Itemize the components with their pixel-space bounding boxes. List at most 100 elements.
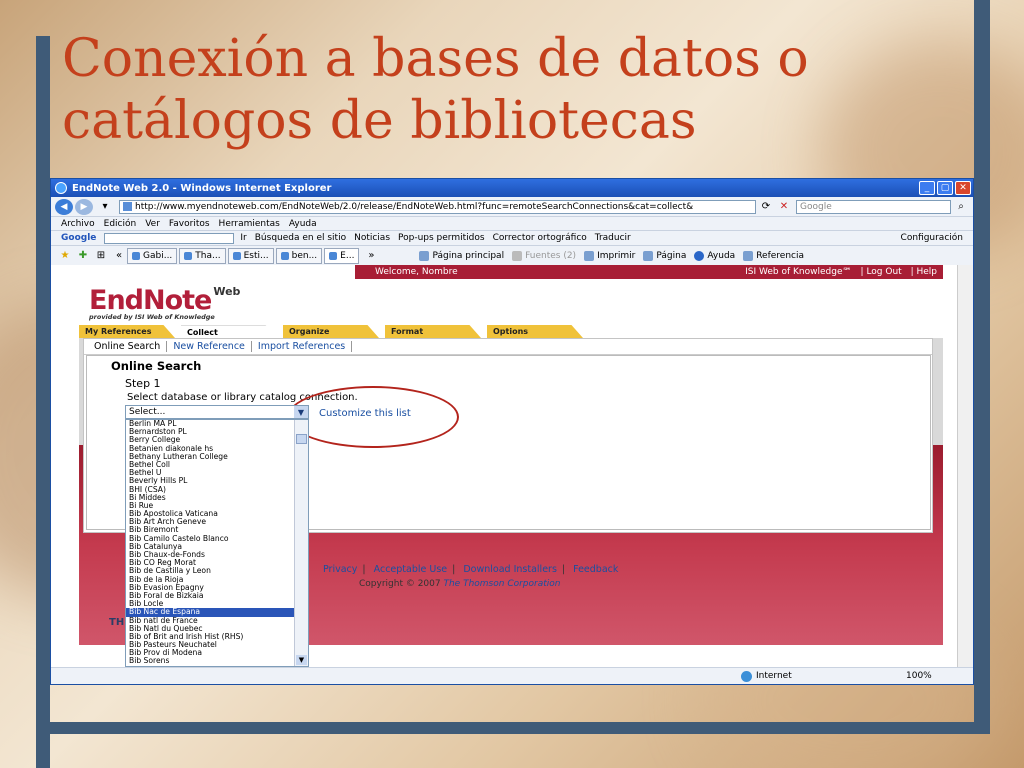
dropdown-option[interactable]: Bernardston PL bbox=[126, 428, 294, 436]
dropdown-option[interactable]: Beverly Hills PL bbox=[126, 477, 294, 485]
tab-format[interactable]: Format bbox=[385, 325, 481, 338]
page-scrollbar[interactable] bbox=[957, 265, 973, 667]
help-link[interactable]: | Help bbox=[911, 267, 937, 277]
footer-links: Privacy | Acceptable Use | Download Instal… bbox=[323, 564, 619, 575]
page-icon bbox=[123, 202, 132, 211]
zoom-level[interactable]: 100% bbox=[906, 671, 932, 681]
subtab-online-search[interactable]: Online Search bbox=[88, 341, 168, 352]
tab-organize[interactable]: Organize bbox=[283, 325, 379, 338]
dropdown-option[interactable]: Bib Evasion Epagny bbox=[126, 584, 294, 592]
dropdown-option[interactable]: Bib Nac de Espana bbox=[126, 608, 294, 617]
dropdown-option[interactable]: Betanien diakonale hs bbox=[126, 445, 294, 453]
download-installers-link[interactable]: Download Installers bbox=[463, 564, 557, 575]
dropdown-option[interactable]: Bib Pasteurs Neuchatel bbox=[126, 641, 294, 649]
dropdown-option[interactable]: Berlin MA PL bbox=[126, 420, 294, 428]
dropdown-scrollbar[interactable]: ▼ bbox=[294, 420, 308, 666]
browser-window: EndNote Web 2.0 - Windows Internet Explo… bbox=[50, 178, 974, 685]
scroll-down-icon[interactable]: ▼ bbox=[296, 655, 307, 665]
add-favorite-icon[interactable]: ✚ bbox=[75, 249, 91, 263]
favorites-star-icon[interactable]: ★ bbox=[57, 249, 73, 263]
dropdown-option[interactable]: Bib of Brit and Irish Hist (RHS) bbox=[126, 633, 294, 641]
search-icon[interactable]: ⌕ bbox=[953, 200, 969, 214]
subtab-new-reference[interactable]: New Reference bbox=[167, 341, 252, 352]
tab-collect[interactable]: Collect bbox=[181, 325, 277, 338]
search-input[interactable]: Google bbox=[796, 199, 951, 214]
dropdown-option[interactable]: Bethel Coll bbox=[126, 461, 294, 469]
feedback-link[interactable]: Feedback bbox=[573, 564, 618, 575]
dropdown-option[interactable]: Bib de Castilla y Leon bbox=[126, 567, 294, 575]
dropdown-option[interactable]: Bethany Lutheran College bbox=[126, 453, 294, 461]
tab-4[interactable]: ben... bbox=[275, 247, 323, 264]
dropdown-option[interactable]: Bib Biremont bbox=[126, 526, 294, 534]
endnote-top-bar: Welcome, Nombre ISI Web of Knowledge℠ | … bbox=[355, 265, 943, 279]
maximize-icon[interactable]: ▢ bbox=[937, 181, 953, 195]
stop-icon[interactable]: ✕ bbox=[776, 200, 792, 214]
spellcheck-button[interactable]: Corrector ortográfico bbox=[493, 233, 587, 243]
tab-2[interactable]: Tha... bbox=[179, 247, 226, 264]
menu-ayuda[interactable]: Ayuda bbox=[289, 219, 317, 229]
dropdown-option[interactable]: Bib Chaux-de-Fonds bbox=[126, 551, 294, 559]
database-select[interactable]: Select... ▼ bbox=[125, 405, 309, 419]
chevron-down-icon[interactable]: ▼ bbox=[294, 406, 308, 418]
help-button[interactable]: Ayuda bbox=[694, 250, 735, 261]
feeds-button[interactable]: Fuentes (2) bbox=[512, 250, 576, 261]
popups-button[interactable]: Pop-ups permitidos bbox=[398, 233, 485, 243]
google-search-input[interactable] bbox=[104, 232, 235, 244]
address-bar[interactable]: http://www.myendnoteweb.com/EndNoteWeb/2… bbox=[119, 199, 756, 214]
scroll-thumb[interactable] bbox=[296, 434, 307, 444]
subtab-import-references[interactable]: Import References bbox=[252, 341, 353, 352]
dropdown-option[interactable]: Bib CO Reg Morat bbox=[126, 559, 294, 567]
translate-button[interactable]: Traducir bbox=[595, 233, 631, 243]
forward-icon[interactable]: ▶ bbox=[75, 198, 93, 215]
logout-link[interactable]: | Log Out bbox=[861, 267, 902, 277]
dropdown-option[interactable]: Bib Prov di Modena bbox=[126, 649, 294, 657]
refresh-icon[interactable]: ⟳ bbox=[758, 200, 774, 214]
dropdown-option[interactable]: Bib Catalunya bbox=[126, 543, 294, 551]
menu-edicion[interactable]: Edición bbox=[104, 219, 137, 229]
dropdown-option[interactable]: Bib Locle bbox=[126, 600, 294, 608]
news-button[interactable]: Noticias bbox=[354, 233, 390, 243]
menu-archivo[interactable]: Archivo bbox=[61, 219, 95, 229]
menu-favoritos[interactable]: Favoritos bbox=[169, 219, 210, 229]
tab-scroll-left-icon[interactable]: « bbox=[111, 249, 127, 263]
dropdown-option[interactable]: Bib de la Rioja bbox=[126, 576, 294, 584]
site-search-button[interactable]: Búsqueda en el sitio bbox=[255, 233, 346, 243]
dropdown-option[interactable]: Bib Apostolica Vaticana bbox=[126, 510, 294, 518]
dropdown-option[interactable]: Bib Camilo Castelo Blanco bbox=[126, 535, 294, 543]
research-button[interactable]: Referencia bbox=[743, 250, 804, 261]
isi-link[interactable]: ISI Web of Knowledge℠ bbox=[745, 267, 852, 277]
dropdown-option[interactable]: BHI (CSA) bbox=[126, 486, 294, 494]
dropdown-option[interactable]: Bib Art Arch Geneve bbox=[126, 518, 294, 526]
minimize-icon[interactable]: _ bbox=[919, 181, 935, 195]
new-tab-icon[interactable]: » bbox=[363, 249, 379, 263]
menu-herramientas[interactable]: Herramientas bbox=[219, 219, 280, 229]
dropdown-option[interactable]: Bib natl de France bbox=[126, 617, 294, 625]
copyright-owner[interactable]: The Thomson Corporation bbox=[443, 579, 560, 589]
window-titlebar: EndNote Web 2.0 - Windows Internet Explo… bbox=[51, 179, 973, 197]
settings-button[interactable]: Configuración bbox=[901, 233, 963, 243]
dropdown-option[interactable]: Bib Sorens bbox=[126, 657, 294, 665]
dropdown-option[interactable]: Bethel U bbox=[126, 469, 294, 477]
tab-1[interactable]: Gabi... bbox=[127, 247, 178, 264]
dropdown-option[interactable]: Berry College bbox=[126, 436, 294, 444]
privacy-link[interactable]: Privacy bbox=[323, 564, 357, 575]
history-dropdown-icon[interactable]: ▾ bbox=[97, 200, 113, 214]
page-button[interactable]: Página bbox=[643, 250, 686, 261]
home-button[interactable]: Página principal bbox=[419, 250, 504, 261]
close-icon[interactable]: ✕ bbox=[955, 181, 971, 195]
acceptable-use-link[interactable]: Acceptable Use bbox=[374, 564, 447, 575]
dropdown-option[interactable]: Bib Foral de Bizkaia bbox=[126, 592, 294, 600]
back-icon[interactable]: ◀ bbox=[55, 198, 73, 215]
dropdown-option[interactable]: Bi Rue bbox=[126, 502, 294, 510]
tab-options[interactable]: Options bbox=[487, 325, 583, 338]
slide-title: Conexión a bases de datos o catálogos de… bbox=[62, 28, 962, 152]
tab-my-references[interactable]: My References bbox=[79, 325, 175, 338]
tab-list-icon[interactable]: ⊞ bbox=[93, 249, 109, 263]
dropdown-option[interactable]: Bib Natl du Quebec bbox=[126, 625, 294, 633]
print-button[interactable]: Imprimir bbox=[584, 250, 635, 261]
tab-3[interactable]: Esti... bbox=[227, 247, 274, 264]
google-go-button[interactable]: Ir bbox=[240, 233, 246, 243]
menu-ver[interactable]: Ver bbox=[145, 219, 160, 229]
tab-5[interactable]: E... bbox=[324, 247, 360, 264]
dropdown-option[interactable]: Bi Middes bbox=[126, 494, 294, 502]
